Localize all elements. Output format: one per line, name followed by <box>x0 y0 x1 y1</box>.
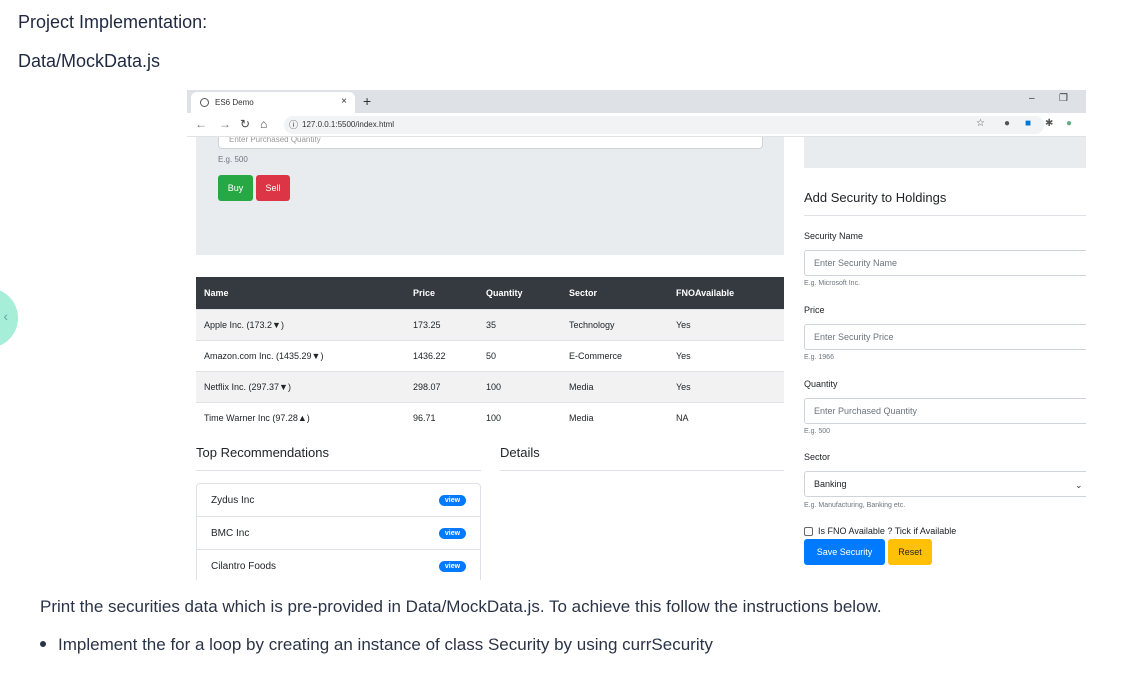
recommendations-title: Top Recommendations <box>196 445 481 471</box>
security-name-input[interactable]: Enter Security Name <box>804 250 1086 276</box>
buy-button[interactable]: Buy <box>218 175 253 201</box>
header-name: Name <box>204 288 229 298</box>
sell-button[interactable]: Sell <box>256 175 290 201</box>
recommendation-name: BMC Inc <box>211 528 250 539</box>
cell-sector: E-Commerce <box>569 351 623 361</box>
holdings-table: Name Price Quantity Sector FNOAvailable … <box>196 277 784 433</box>
cell-price: 298.07 <box>413 382 441 392</box>
list-item[interactable]: Cilantro Foods view <box>197 550 480 580</box>
doc-heading: Project Implementation: <box>18 12 208 32</box>
list-item[interactable]: Zydus Inc view <box>197 484 480 517</box>
close-icon[interactable]: × <box>341 96 347 107</box>
sector-hint: E.g. Manufacturing, Banking etc. <box>804 502 906 509</box>
price-input[interactable]: Enter Security Price <box>804 324 1086 350</box>
chevron-left-icon: ‹ <box>3 308 8 324</box>
star-icon[interactable]: ☆ <box>976 118 985 129</box>
cell-quantity: 35 <box>486 320 497 330</box>
avatar[interactable]: ● <box>1066 118 1072 129</box>
form-title: Add Security to Holdings <box>804 190 1086 216</box>
security-name-hint: E.g. Microsoft Inc. <box>804 280 861 287</box>
table-row: Apple Inc. (173.2▼) 173.25 35 Technology… <box>196 309 784 340</box>
globe-icon <box>200 98 209 107</box>
fno-label: Is FNO Available ? Tick if Available <box>818 526 957 536</box>
recommendation-name: Zydus Inc <box>211 495 255 506</box>
recommendations-list: Zydus Inc view BMC Inc view Cilantro Foo… <box>196 483 481 580</box>
quantity-hint: E.g. 500 <box>804 428 831 435</box>
save-security-button[interactable]: Save Security <box>804 539 885 565</box>
cell-fno: Yes <box>676 351 691 361</box>
view-button[interactable]: view <box>439 528 466 539</box>
view-button[interactable]: view <box>439 495 466 506</box>
cell-sector: Media <box>569 382 594 392</box>
quantity-input[interactable]: Enter Purchased Quantity <box>804 398 1086 424</box>
cell-name: Apple Inc. (173.2▼) <box>204 320 284 330</box>
recommendation-name: Cilantro Foods <box>211 561 277 572</box>
forward-icon[interactable]: → <box>219 117 231 131</box>
security-name-label: Security Name <box>804 231 864 241</box>
table-row: Amazon.com Inc. (1435.29▼) 1436.22 50 E-… <box>196 340 784 371</box>
sector-select[interactable]: Banking <box>804 471 1086 497</box>
table-row: Netflix Inc. (297.37▼) 298.07 100 Media … <box>196 371 784 402</box>
right-panel-top <box>804 137 1086 168</box>
url-field[interactable]: ⓘ 127.0.0.1:5500/index.html <box>284 116 1044 134</box>
list-item[interactable]: BMC Inc view <box>197 517 480 550</box>
cell-fno: Yes <box>676 320 691 330</box>
header-price: Price <box>413 288 436 298</box>
bullet-dot <box>40 640 46 647</box>
view-button[interactable]: view <box>439 561 466 572</box>
side-toggle-button[interactable]: ‹ <box>0 288 18 348</box>
windows-icon[interactable]: ■ <box>1025 118 1031 129</box>
trade-quantity-input[interactable]: Enter Purchased Quantity <box>218 137 763 149</box>
table-header: Name Price Quantity Sector FNOAvailable <box>196 277 784 309</box>
quantity-label: Quantity <box>804 379 838 389</box>
url-text: 127.0.0.1:5500/index.html <box>302 120 395 129</box>
price-label: Price <box>804 305 825 315</box>
back-icon[interactable]: ← <box>195 117 207 131</box>
doc-file-name: Data/MockData.js <box>18 51 161 71</box>
table-row: Time Warner Inc (97.28▲) 96.71 100 Media… <box>196 402 784 433</box>
cell-price: 1436.22 <box>413 351 446 361</box>
fno-checkbox[interactable] <box>804 527 813 536</box>
reload-icon[interactable]: ↻ <box>240 117 250 131</box>
header-quantity: Quantity <box>486 288 523 298</box>
cell-name: Amazon.com Inc. (1435.29▼) <box>204 351 324 361</box>
tab-bar: ES6 Demo × + – ❐ <box>187 90 1086 113</box>
bullet-text: Implement the for a loop by creating an … <box>58 635 713 654</box>
cell-quantity: 50 <box>486 351 497 361</box>
cell-sector: Media <box>569 413 594 423</box>
address-bar: ← → ↻ ⌂ ⓘ 127.0.0.1:5500/index.html ☆ ● … <box>187 113 1086 137</box>
cell-quantity: 100 <box>486 382 502 392</box>
cell-fno: Yes <box>676 382 691 392</box>
header-sector: Sector <box>569 288 598 298</box>
chevron-down-icon: ⌄ <box>1075 480 1083 490</box>
tab-title: ES6 Demo <box>215 98 254 107</box>
new-tab-icon[interactable]: + <box>363 93 371 109</box>
browser-tab[interactable]: ES6 Demo × <box>191 92 355 113</box>
puzzle-icon[interactable]: ✱ <box>1045 118 1053 129</box>
header-fno: FNOAvailable <box>676 288 735 298</box>
info-icon: ⓘ <box>289 120 299 130</box>
browser-screenshot: ES6 Demo × + – ❐ ← → ↻ ⌂ ⓘ 127.0.0.1:550… <box>187 90 1086 580</box>
price-hint: E.g. 1966 <box>804 354 834 361</box>
cell-name: Time Warner Inc (97.28▲) <box>204 413 310 423</box>
cell-name: Netflix Inc. (297.37▼) <box>204 382 291 392</box>
cell-sector: Technology <box>569 320 615 330</box>
restore-icon[interactable]: ❐ <box>1059 93 1068 104</box>
reset-button[interactable]: Reset <box>888 539 932 565</box>
details-title: Details <box>500 445 784 471</box>
sector-label: Sector <box>804 452 831 462</box>
home-icon[interactable]: ⌂ <box>260 117 267 131</box>
extension-circle-icon[interactable]: ● <box>1004 118 1010 129</box>
cell-price: 96.71 <box>413 413 436 423</box>
minimize-icon[interactable]: – <box>1029 93 1035 104</box>
doc-bullet: Implement the for a loop by creating an … <box>40 635 713 655</box>
doc-paragraph: Print the securities data which is pre-p… <box>40 597 882 616</box>
cell-quantity: 100 <box>486 413 502 423</box>
cell-fno: NA <box>676 413 689 423</box>
cell-price: 173.25 <box>413 320 441 330</box>
trade-quantity-hint: E.g. 500 <box>218 155 248 164</box>
